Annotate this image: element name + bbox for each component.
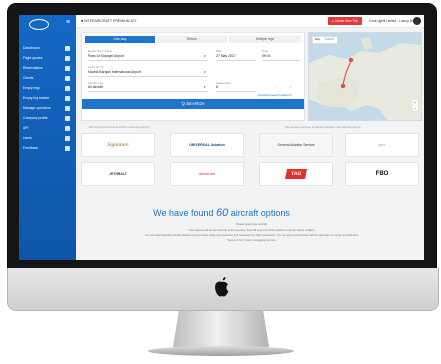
operator-card-tag[interactable]: TAG xyxy=(259,162,333,186)
sidebar: ≡ Dashboard Flight quotes Reservations C… xyxy=(19,15,76,260)
operators-heading-paris: We support services at Paris Le Bourget … xyxy=(89,125,150,129)
code-icon xyxy=(65,126,70,131)
date-input[interactable]: 27 May 2017 xyxy=(216,54,236,58)
sidebar-item-empty-legs[interactable]: Empty legs xyxy=(19,84,76,93)
top-bar: ■ INTERAIRCRAFT PREMIUM JET ▸ Create New… xyxy=(76,15,424,28)
users-icon xyxy=(65,76,70,81)
aircraft-dropdown-icon[interactable]: ▾ xyxy=(204,85,206,89)
results-count: 60 xyxy=(216,207,229,219)
sidebar-item-dashboard[interactable]: Dashboard xyxy=(19,44,76,53)
sidebar-item-api[interactable]: API xyxy=(19,124,76,133)
tracker-icon xyxy=(65,96,70,101)
operator-card-signature[interactable]: Signature xyxy=(81,133,155,157)
date-underline xyxy=(216,60,256,61)
operators-heading-madrid: We support services at Madrid Barajas In… xyxy=(285,125,361,129)
results-paragraph-2: You can view Operator contact details on… xyxy=(144,234,359,237)
sidebar-item-empty-leg-tracker[interactable]: Empty leg tracker xyxy=(19,94,76,103)
create-trip-button[interactable]: ▸ Create New Trip xyxy=(328,17,362,25)
tab-return[interactable]: Return xyxy=(157,36,227,43)
app-screen: ≡ Dashboard Flight quotes Reservations C… xyxy=(19,15,424,260)
plus-icon[interactable]: + xyxy=(289,84,291,89)
sidebar-item-feedback[interactable]: Feedback xyxy=(19,144,76,153)
chat-icon xyxy=(65,146,70,151)
avatar[interactable] xyxy=(413,17,421,25)
sidebar-item-reservations[interactable]: Reservations xyxy=(19,64,76,73)
plane-icon xyxy=(65,56,70,61)
operator-card-jethralt[interactable]: JETHRALT xyxy=(81,162,155,186)
search-button[interactable]: Q SEARCH xyxy=(82,99,304,109)
apple-logo-icon xyxy=(215,277,229,297)
operator-card-jetex[interactable]: jetex xyxy=(345,133,419,157)
sidebar-item-manage-operators[interactable]: Manage operators xyxy=(19,104,76,113)
from-label: Depart from / Point xyxy=(88,49,112,53)
time-underline xyxy=(262,60,300,61)
aircraft-underline xyxy=(88,91,208,92)
passengers-label: Passengers xyxy=(216,81,231,85)
time-input[interactable]: 09:00 xyxy=(262,54,271,58)
map-type-control[interactable]: Map Satellite xyxy=(312,36,338,44)
operator-card-advanced[interactable]: Advanced xyxy=(170,162,244,186)
from-input[interactable]: Paris Le Bourget Airport xyxy=(88,54,124,58)
imac-scene: ≡ Dashboard Flight quotes Reservations C… xyxy=(0,0,441,364)
operator-card-universal[interactable]: UNIVERSAL Aviation xyxy=(170,133,244,157)
briefcase-icon xyxy=(65,106,70,111)
results-paragraph-1: Your request will be sent directly to th… xyxy=(188,229,315,232)
brand-logo xyxy=(29,19,49,30)
home-icon xyxy=(65,46,70,51)
operator-card-fbo[interactable]: FBO xyxy=(345,162,419,186)
to-dropdown-icon[interactable]: ▾ xyxy=(204,70,206,74)
tab-multiple-legs[interactable]: Multiple legs xyxy=(229,36,301,43)
to-input[interactable]: Madrid Barajas International Airport xyxy=(88,70,141,74)
time-label: Time xyxy=(262,49,269,53)
date-label: Date xyxy=(216,49,222,53)
building-icon xyxy=(65,116,70,121)
sidebar-item-flight-quotes[interactable]: Flight quotes xyxy=(19,54,76,63)
calendar-icon xyxy=(65,66,70,71)
breadcrumb: ■ INTERAIRCRAFT PREMIUM JET xyxy=(81,19,137,23)
from-dropdown-icon[interactable]: ▾ xyxy=(204,54,206,58)
results-paragraph-3: "Secure Chat" instant messaging service. xyxy=(226,239,277,242)
results-headline: We have found 60 aircraft options xyxy=(153,207,290,219)
sidebar-item-clients[interactable]: Clients xyxy=(19,74,76,83)
user-name[interactable]: Cova Ujjetil Limited - Luxury Jets xyxy=(369,19,415,23)
passengers-input[interactable]: 8 xyxy=(216,85,218,89)
monitor-stand-neck xyxy=(173,311,269,347)
sidebar-item-users[interactable]: Users xyxy=(19,134,76,143)
results-subtitle: Please select your aircraft xyxy=(236,223,267,226)
aircraft-select[interactable]: All aircraft xyxy=(88,85,103,89)
route-map[interactable]: + − Map Satellite xyxy=(308,32,422,121)
to-underline xyxy=(88,76,208,77)
minus-icon[interactable]: − xyxy=(274,84,276,89)
to-label: Arrive at / To xyxy=(88,65,104,69)
passengers-underline xyxy=(216,91,256,92)
route-icon xyxy=(65,86,70,91)
tab-one-way[interactable]: One way xyxy=(85,36,155,43)
menu-toggle-icon[interactable]: ≡ xyxy=(64,19,72,27)
advanced-search-link[interactable]: Advanced search options ▾ xyxy=(258,93,292,97)
trip-search-card: One way Return Multiple legs Depart from… xyxy=(81,32,305,121)
sidebar-item-company-profile[interactable]: Company profile xyxy=(19,114,76,123)
user-icon xyxy=(65,136,70,141)
europe-map: + − xyxy=(309,33,421,120)
from-underline xyxy=(88,60,208,61)
operator-card-general-aviation[interactable]: General Aviation Service xyxy=(259,133,333,157)
monitor-stand-foot xyxy=(148,346,294,356)
